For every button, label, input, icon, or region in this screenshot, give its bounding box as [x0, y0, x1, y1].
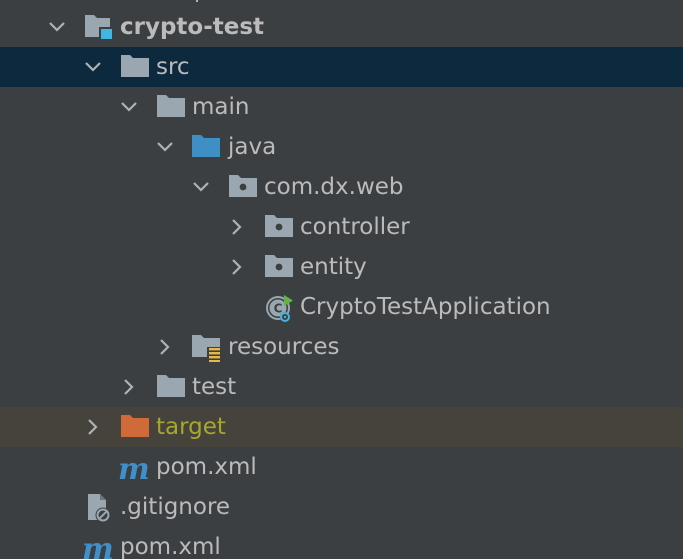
chevron-right-icon[interactable] — [226, 247, 248, 287]
tree-label: crypto-test — [120, 14, 265, 40]
package-icon — [264, 207, 296, 247]
chevron-right-icon[interactable] — [82, 407, 104, 447]
chevron-down-icon[interactable] — [190, 167, 212, 207]
tree-label: resources — [228, 334, 340, 360]
tree-label: main — [192, 94, 250, 120]
chevron-down-icon[interactable] — [46, 7, 68, 47]
excluded-folder-icon — [120, 407, 152, 447]
svg-text:m: m — [82, 533, 114, 559]
chevron-down-icon[interactable] — [118, 87, 140, 127]
tree-row-resources[interactable]: resources — [0, 327, 683, 367]
package-icon — [228, 167, 260, 207]
spring-boot-class-icon: C — [264, 287, 296, 327]
tree-row-java[interactable]: java — [0, 127, 683, 167]
tree-label: entity — [300, 254, 367, 280]
tree-label: pom.xml — [120, 534, 221, 559]
tree-label: src — [156, 54, 190, 80]
module-folder-icon — [84, 7, 116, 47]
maven-icon: m — [118, 447, 150, 487]
tree-label: test — [192, 374, 237, 400]
tree-row-module-pom[interactable]: m pom.xml — [0, 447, 683, 487]
tree-label: pom.xml — [156, 454, 257, 480]
scrolled-tree-line — [196, 0, 198, 2]
tree-row-test[interactable]: test — [0, 367, 683, 407]
chevron-down-icon[interactable] — [82, 47, 104, 87]
tree-row-root-pom[interactable]: m pom.xml — [0, 527, 683, 559]
tree-label: .gitignore — [120, 494, 231, 520]
tree-row-gitignore[interactable]: .gitignore — [0, 487, 683, 527]
tree-label: com.dx.web — [264, 174, 404, 200]
svg-text:m: m — [118, 453, 150, 483]
tree-label: java — [228, 134, 277, 160]
tree-row-crypto-test[interactable]: crypto-test — [0, 7, 683, 47]
resources-folder-icon — [191, 327, 223, 367]
chevron-right-icon[interactable] — [118, 367, 140, 407]
tree-row-com-dx-web[interactable]: com.dx.web — [0, 167, 683, 207]
maven-icon: m — [82, 527, 114, 559]
tree-label: controller — [300, 214, 410, 240]
tree-row-crypto-test-application[interactable]: C CryptoTestApplication — [0, 287, 683, 327]
tree-label: target — [156, 414, 226, 440]
project-tree: crypto-test src main java com.dx.web con… — [0, 0, 683, 559]
tree-row-target[interactable]: target — [0, 407, 683, 447]
package-icon — [264, 247, 296, 287]
folder-icon — [120, 47, 152, 87]
folder-icon — [156, 367, 188, 407]
folder-icon — [156, 87, 188, 127]
source-folder-icon — [191, 127, 223, 167]
chevron-down-icon[interactable] — [154, 127, 176, 167]
tree-label: CryptoTestApplication — [300, 294, 551, 320]
tree-row-entity[interactable]: entity — [0, 247, 683, 287]
chevron-right-icon[interactable] — [154, 327, 176, 367]
tree-row-controller[interactable]: controller — [0, 207, 683, 247]
ignored-file-icon — [86, 487, 118, 527]
chevron-right-icon[interactable] — [226, 207, 248, 247]
tree-row-main[interactable]: main — [0, 87, 683, 127]
svg-text:C: C — [274, 302, 283, 316]
tree-row-src[interactable]: src — [0, 47, 683, 87]
